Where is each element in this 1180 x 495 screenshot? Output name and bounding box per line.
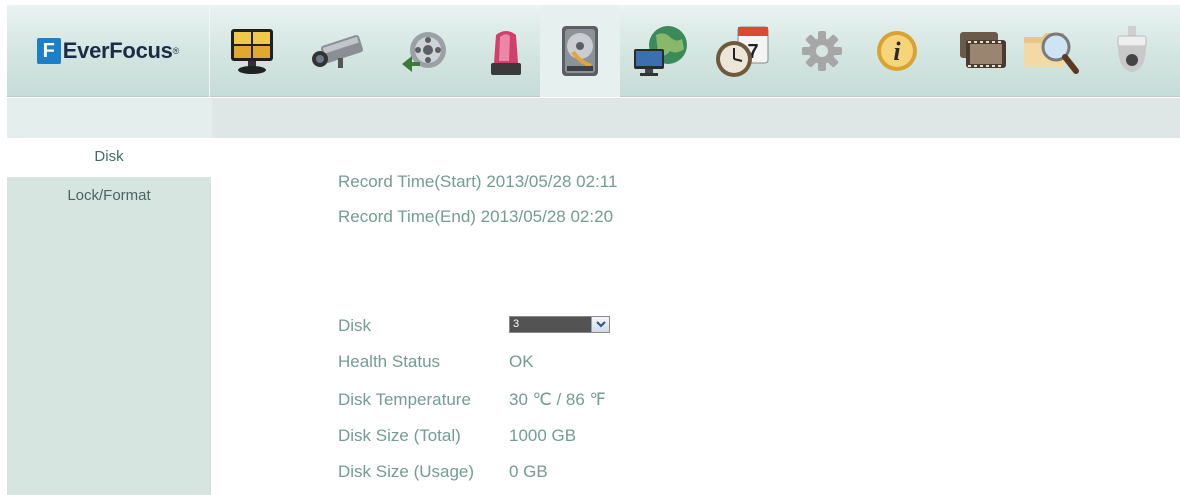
disk-icon (562, 26, 598, 76)
info-icon: i (877, 31, 917, 71)
search-icon (1024, 32, 1079, 74)
temperature-value: 30 ℃ / 86 ℉ (509, 390, 606, 409)
logo-mark: F (36, 38, 61, 64)
temperature-label: Disk Temperature (338, 390, 471, 409)
sub-header-strip (212, 98, 1180, 138)
sidebar: Disk Lock/Format (7, 138, 211, 495)
playback-button[interactable] (942, 5, 1022, 97)
disk-select-row: Disk (338, 316, 371, 336)
logo-text: EverFocus (62, 38, 173, 63)
live-view-button[interactable] (212, 5, 292, 97)
size-total-label: Disk Size (Total) (338, 426, 461, 445)
record-end-row: Record Time(End) 2013/05/28 02:20 (338, 207, 613, 227)
search-button[interactable] (1012, 5, 1092, 97)
record-end-label: Record Time(End) (338, 207, 476, 226)
logo-registered-mark: ® (172, 46, 180, 56)
disk-select-label: Disk (338, 316, 372, 335)
settings-icon (802, 31, 842, 71)
disk-select-value: 3 (513, 318, 520, 330)
live-view-icon (231, 29, 273, 74)
record-start-label: Record Time(Start) (338, 172, 482, 191)
size-usage-label: Disk Size (Usage) (338, 462, 475, 481)
playback-icon (960, 32, 1006, 68)
schedule-icon: 7 (716, 26, 769, 77)
sidebar-item-disk[interactable]: Disk (7, 138, 211, 177)
schedule-button[interactable]: 7 (702, 5, 782, 97)
brand-logo: F EverFocus ® (7, 5, 210, 97)
top-toolbar: F EverFocus ® 7 i (7, 5, 1180, 97)
settings-button[interactable] (782, 5, 862, 97)
network-icon (634, 26, 687, 76)
size-total-value: 1000 GB (509, 426, 577, 445)
alarm-button[interactable] (466, 5, 546, 97)
ptz-dome-icon (1117, 26, 1147, 72)
sidebar-item-lock-format[interactable]: Lock/Format (7, 177, 211, 215)
camera-icon (312, 35, 364, 68)
info-glyph: i (893, 37, 901, 66)
size-total-row: Disk Size (Total) 1000 GB (338, 426, 576, 446)
alarm-icon (491, 31, 521, 75)
record-icon (402, 32, 446, 72)
health-label: Health Status (338, 352, 441, 371)
network-button[interactable] (622, 5, 702, 97)
temperature-row: Disk Temperature 30 ℃ / 86 ℉ (338, 390, 606, 410)
record-end-value: 2013/05/28 02:20 (480, 207, 614, 226)
disk-info-panel: Record Time(Start) 2013/05/28 02:11 Reco… (212, 138, 1180, 495)
ptz-button[interactable] (1092, 5, 1172, 97)
camera-button[interactable] (298, 5, 378, 97)
health-value: OK (509, 352, 534, 371)
health-row: Health Status OK (338, 352, 534, 372)
size-usage-row: Disk Size (Usage) 0 GB (338, 462, 548, 482)
disk-button[interactable] (540, 5, 620, 97)
record-start-value: 2013/05/28 02:11 (486, 172, 618, 191)
size-usage-value: 0 GB (509, 462, 548, 481)
disk-select[interactable]: 3 (509, 316, 610, 333)
info-button[interactable]: i (857, 5, 937, 97)
sub-header-bar (7, 98, 1180, 138)
record-button[interactable] (386, 5, 466, 97)
record-start-row: Record Time(Start) 2013/05/28 02:11 (338, 172, 617, 192)
chevron-down-icon[interactable] (591, 317, 609, 332)
